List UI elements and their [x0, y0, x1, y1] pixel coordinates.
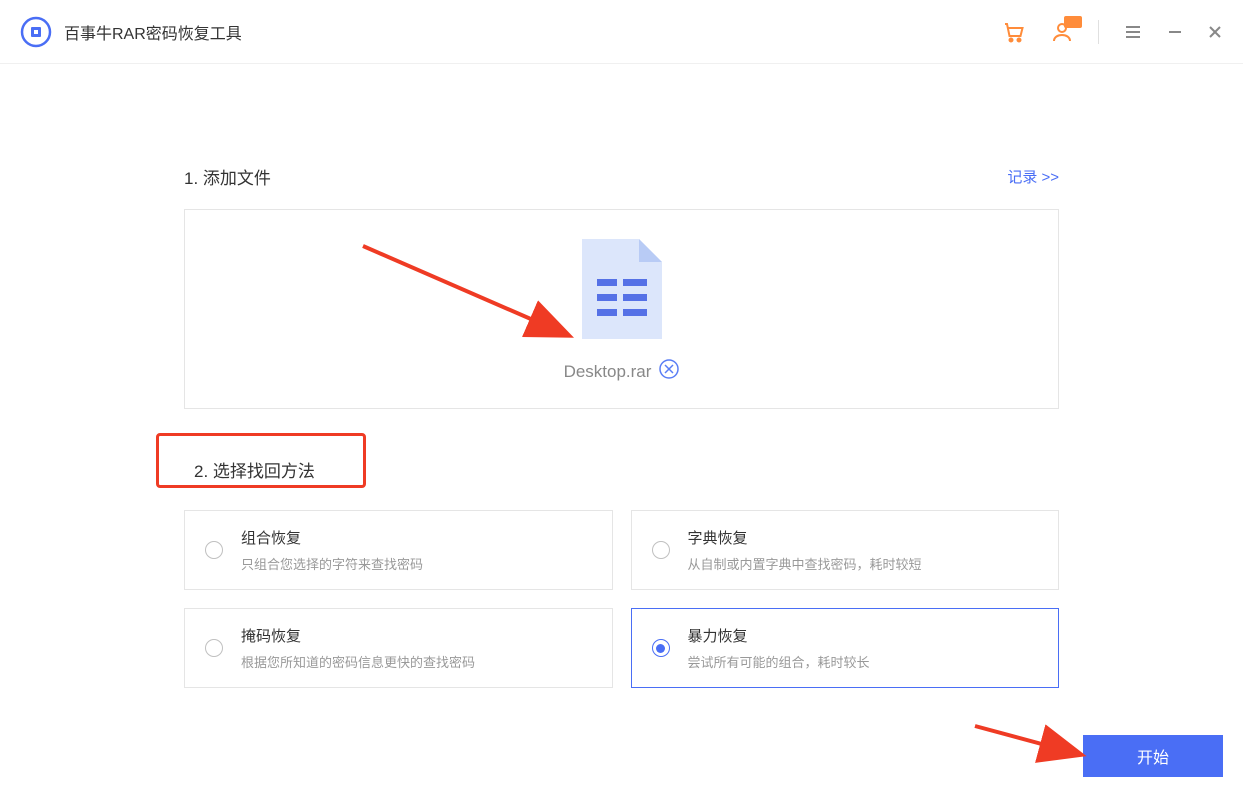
- section1-header: 1. 添加文件 记录 >>: [184, 164, 1059, 189]
- method-title: 字典恢复: [688, 527, 922, 548]
- user-icon[interactable]: [1050, 20, 1074, 44]
- radio-icon: [205, 639, 223, 657]
- menu-icon[interactable]: [1123, 22, 1143, 42]
- cart-icon[interactable]: [1002, 20, 1026, 44]
- footer: 开始: [1083, 735, 1223, 777]
- radio-icon: [205, 541, 223, 559]
- method-desc: 根据您所知道的密码信息更快的查找密码: [241, 652, 475, 671]
- app-title: 百事牛RAR密码恢复工具: [64, 20, 242, 44]
- method-title: 掩码恢复: [241, 625, 475, 646]
- section2-header: 2. 选择找回方法: [184, 449, 375, 490]
- file-name: Desktop.rar: [564, 362, 652, 382]
- method-dict[interactable]: 字典恢复 从自制或内置字典中查找密码，耗时较短: [631, 510, 1060, 590]
- main-content: 1. 添加文件 记录 >> Desktop.rar: [0, 64, 1243, 688]
- app-logo-icon: [20, 16, 52, 48]
- arrow-annotation-2: [970, 718, 1090, 768]
- section1-title: 1. 添加文件: [184, 164, 271, 189]
- method-title: 暴力恢复: [688, 625, 870, 646]
- file-row: Desktop.rar: [564, 359, 680, 384]
- remove-file-icon[interactable]: [659, 359, 679, 384]
- radio-icon: [652, 541, 670, 559]
- method-combo[interactable]: 组合恢复 只组合您选择的字符来查找密码: [184, 510, 613, 590]
- close-icon[interactable]: [1207, 24, 1223, 40]
- method-desc: 尝试所有可能的组合，耗时较长: [688, 652, 870, 671]
- method-mask[interactable]: 掩码恢复 根据您所知道的密码信息更快的查找密码: [184, 608, 613, 688]
- titlebar: 百事牛RAR密码恢复工具: [0, 0, 1243, 64]
- method-desc: 从自制或内置字典中查找密码，耗时较短: [688, 554, 922, 573]
- file-dropzone[interactable]: Desktop.rar: [184, 209, 1059, 409]
- start-button[interactable]: 开始: [1083, 735, 1223, 777]
- log-link[interactable]: 记录 >>: [1007, 166, 1059, 187]
- section2-title: 2. 选择找回方法: [194, 462, 315, 481]
- methods-grid: 组合恢复 只组合您选择的字符来查找密码 字典恢复 从自制或内置字典中查找密码，耗…: [184, 510, 1059, 688]
- separator: [1098, 20, 1099, 44]
- method-title: 组合恢复: [241, 527, 423, 548]
- method-brute[interactable]: 暴力恢复 尝试所有可能的组合，耗时较长: [631, 608, 1060, 688]
- radio-icon: [652, 639, 670, 657]
- method-desc: 只组合您选择的字符来查找密码: [241, 554, 423, 573]
- minimize-icon[interactable]: [1167, 24, 1183, 40]
- titlebar-left: 百事牛RAR密码恢复工具: [20, 16, 242, 48]
- titlebar-right: [1002, 20, 1223, 44]
- file-icon: [577, 234, 667, 349]
